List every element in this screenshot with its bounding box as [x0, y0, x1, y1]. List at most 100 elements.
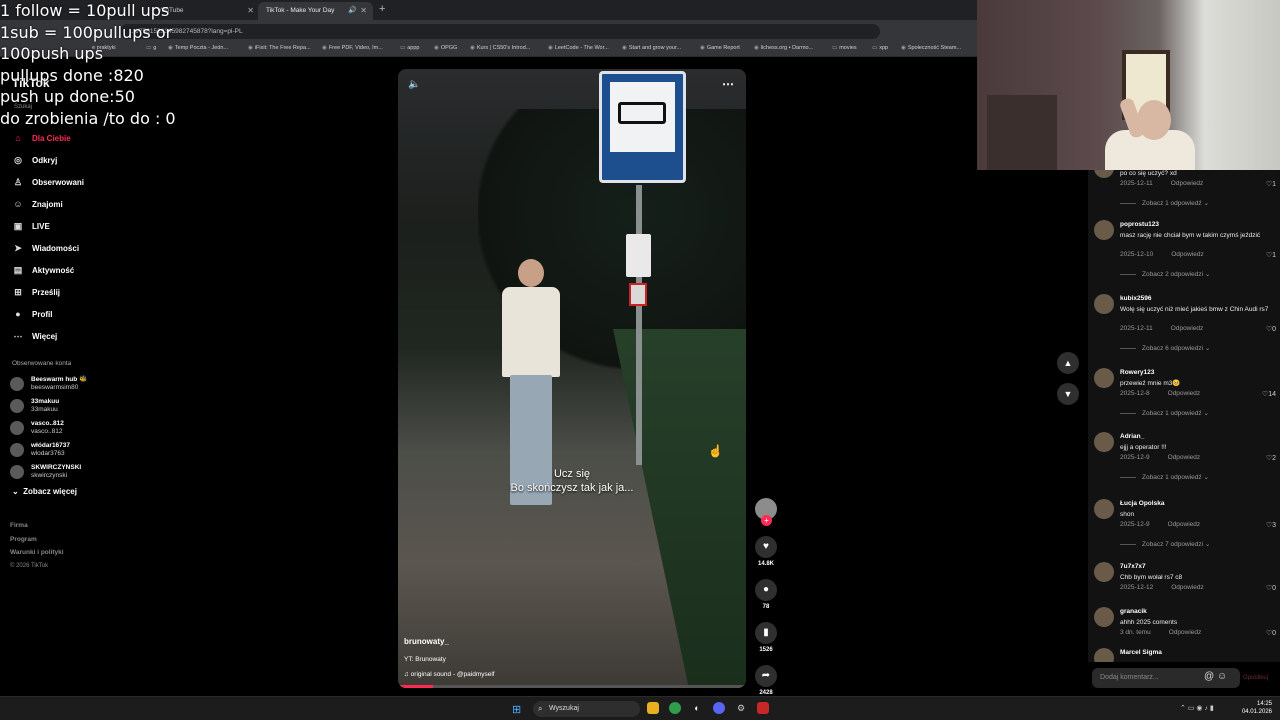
video-sound[interactable]: ♫ original sound - @paidmyself: [404, 671, 495, 678]
comment-likes[interactable]: ♡0: [1266, 584, 1276, 592]
comment-likes[interactable]: ♡1: [1266, 180, 1276, 188]
avatar[interactable]: [1094, 432, 1114, 452]
comment-user[interactable]: Rowery123: [1120, 369, 1154, 376]
close-icon[interactable]: ✕: [247, 6, 254, 15]
tab-tiktok[interactable]: TikTok - Make Your Day 🔊 ✕: [258, 2, 373, 20]
speaker-icon[interactable]: 🔊: [348, 6, 357, 14]
obs-icon[interactable]: [757, 702, 769, 714]
new-tab-button[interactable]: +: [379, 3, 385, 15]
sidebar-item-znajomi[interactable]: ☺ Znajomi: [10, 193, 170, 215]
avatar[interactable]: [1094, 220, 1114, 240]
save-action[interactable]: ▮ 1526: [752, 622, 780, 653]
bookmark[interactable]: ▭ movies: [832, 45, 857, 51]
sidebar-item-odkryj[interactable]: ◎ Odkryj: [10, 149, 170, 171]
share-icon[interactable]: ➦: [755, 665, 777, 687]
bookmark-icon[interactable]: ▮: [755, 622, 777, 644]
post-comment-button[interactable]: Opublikuj: [1243, 675, 1268, 681]
bookmark[interactable]: ▭ xpp: [872, 45, 888, 51]
comment-likes[interactable]: ♡14: [1262, 390, 1276, 398]
share-action[interactable]: ➦ 2428: [752, 665, 780, 696]
view-replies-button[interactable]: Zobacz 6 odpowiedzi ⌄: [1120, 344, 1210, 352]
comment-user[interactable]: Marcel Sigma: [1120, 649, 1162, 656]
sidebar-item-wi-cej[interactable]: ⋯ Więcej: [10, 325, 170, 347]
reply-button[interactable]: Odpowiedz: [1169, 629, 1202, 636]
comment-likes[interactable]: ♡0: [1266, 629, 1276, 637]
volume-icon[interactable]: 🔈: [408, 79, 420, 90]
footer-link[interactable]: Warunki i polityki: [10, 546, 64, 560]
avatar[interactable]: [1094, 170, 1114, 178]
comment-user[interactable]: Adrian_: [1120, 433, 1144, 440]
comment-action[interactable]: ● 78: [752, 579, 780, 610]
comment-user[interactable]: granacik: [1120, 608, 1147, 615]
bookmark[interactable]: ◉ Kurs | CS50's Introd...: [470, 45, 530, 51]
address-bar[interactable]: ...t/7581529345982745878?lang=pl-PL: [120, 24, 880, 39]
file-explorer-icon[interactable]: [647, 702, 659, 714]
comment-likes[interactable]: ♡1: [1266, 251, 1276, 259]
video-progress-bar[interactable]: [398, 685, 746, 688]
sidebar-item-obserwowani[interactable]: ♙ Obserwowani: [10, 171, 170, 193]
like-action[interactable]: ♥ 14.8K: [752, 536, 780, 567]
view-replies-button[interactable]: Zobacz 2 odpowiedzi ⌄: [1120, 270, 1210, 278]
discord-icon[interactable]: [713, 702, 725, 714]
bookmark[interactable]: ◉ Temp Poczta - Jedn...: [168, 45, 228, 51]
bookmark[interactable]: ◉ iFixit: The Free Repa...: [248, 45, 311, 51]
comment-user[interactable]: 7u7x7x7: [1120, 563, 1146, 570]
reply-button[interactable]: Odpowiedz: [1168, 454, 1201, 461]
emoji-icon[interactable]: ☺: [1217, 671, 1227, 682]
comment-likes[interactable]: ♡2: [1266, 454, 1276, 462]
followed-account[interactable]: vasco..812 vasco..812: [10, 417, 170, 439]
bookmark[interactable]: ◉ LeetCode - The Wor...: [548, 45, 609, 51]
video-player[interactable]: 🔈 ⋯ Ucz się Bo skończysz tak jak ja... b…: [398, 69, 746, 688]
reply-button[interactable]: Odpowiedz: [1171, 251, 1204, 258]
followed-account[interactable]: 33makuu 33makuu: [10, 395, 170, 417]
windows-start-icon[interactable]: ⊞: [512, 703, 521, 716]
previous-video-button[interactable]: ▲: [1057, 352, 1079, 374]
system-tray[interactable]: ⌃ ▭ ◉ ♪ ▮: [1180, 704, 1214, 712]
reply-button[interactable]: Odpowiedz: [1171, 325, 1204, 332]
bookmark[interactable]: ▭ appp: [400, 45, 419, 51]
reply-button[interactable]: Odpowiedz: [1171, 584, 1204, 591]
avatar[interactable]: [1094, 499, 1114, 519]
close-icon[interactable]: ✕: [360, 6, 367, 15]
see-more-button[interactable]: ⌄ Zobacz więcej: [12, 487, 77, 496]
bookmark[interactable]: ◉ Start and grow your...: [622, 45, 681, 51]
reply-button[interactable]: Odpowiedz: [1168, 521, 1201, 528]
comment-likes[interactable]: ♡0: [1266, 325, 1276, 333]
chrome-icon[interactable]: [669, 702, 681, 714]
taskbar-search[interactable]: ⌕ Wyszukaj: [533, 701, 640, 717]
bookmark[interactable]: ◉ lichess.org • Darmo...: [754, 45, 813, 51]
followed-account[interactable]: włódar16737 wlodar3763: [10, 439, 170, 461]
follow-plus-icon[interactable]: +: [761, 515, 772, 526]
bookmark[interactable]: ◉ OPGG: [434, 45, 457, 51]
mention-icon[interactable]: @: [1204, 671, 1214, 682]
view-replies-button[interactable]: Zobacz 7 odpowiedzi ⌄: [1120, 540, 1210, 548]
author-avatar[interactable]: +: [755, 498, 777, 526]
view-replies-button[interactable]: Zobacz 1 odpowiedź ⌄: [1120, 409, 1209, 417]
footer-link[interactable]: Program: [10, 533, 64, 547]
bookmark[interactable]: ◉ Free PDF, Video, Im...: [322, 45, 383, 51]
heart-icon[interactable]: ♥: [755, 536, 777, 558]
comment-icon[interactable]: ●: [755, 579, 777, 601]
followed-account[interactable]: SKWIRCZYNSKI skwirczynski: [10, 461, 170, 483]
sidebar-item-wiadomo-ci[interactable]: ➤ Wiadomości: [10, 237, 170, 259]
avatar[interactable]: [1094, 368, 1114, 388]
sidebar-item-aktywno-[interactable]: ▤ Aktywność: [10, 259, 170, 281]
comment-user[interactable]: kubix2596: [1120, 295, 1151, 302]
reply-button[interactable]: Odpowiedz: [1171, 180, 1204, 187]
view-replies-button[interactable]: Zobacz 1 odpowiedź ⌄: [1120, 473, 1209, 481]
next-video-button[interactable]: ▼: [1057, 383, 1079, 405]
followed-account[interactable]: Beeswarm hub 🐝 beeswarmsim80: [10, 373, 170, 395]
bookmark[interactable]: ◉ Game Report: [700, 45, 740, 51]
comment-likes[interactable]: ♡3: [1266, 521, 1276, 529]
comment-user[interactable]: Łucja Opolska: [1120, 500, 1164, 507]
avatar[interactable]: [1094, 294, 1114, 314]
avatar[interactable]: [1094, 562, 1114, 582]
comment-user[interactable]: poprostu123: [1120, 221, 1159, 228]
sidebar-item-profil[interactable]: ● Profil: [10, 303, 170, 325]
sidebar-item-live[interactable]: ▣ LIVE: [10, 215, 170, 237]
bookmark[interactable]: ◉ Społeczność Steam...: [901, 45, 961, 51]
view-replies-button[interactable]: Zobacz 1 odpowiedź ⌄: [1120, 199, 1209, 207]
app-icon[interactable]: ◐: [691, 702, 703, 714]
sidebar-item-dla-ciebie[interactable]: ⌂ Dla Ciebie: [10, 127, 170, 149]
more-options-icon[interactable]: ⋯: [722, 77, 734, 91]
